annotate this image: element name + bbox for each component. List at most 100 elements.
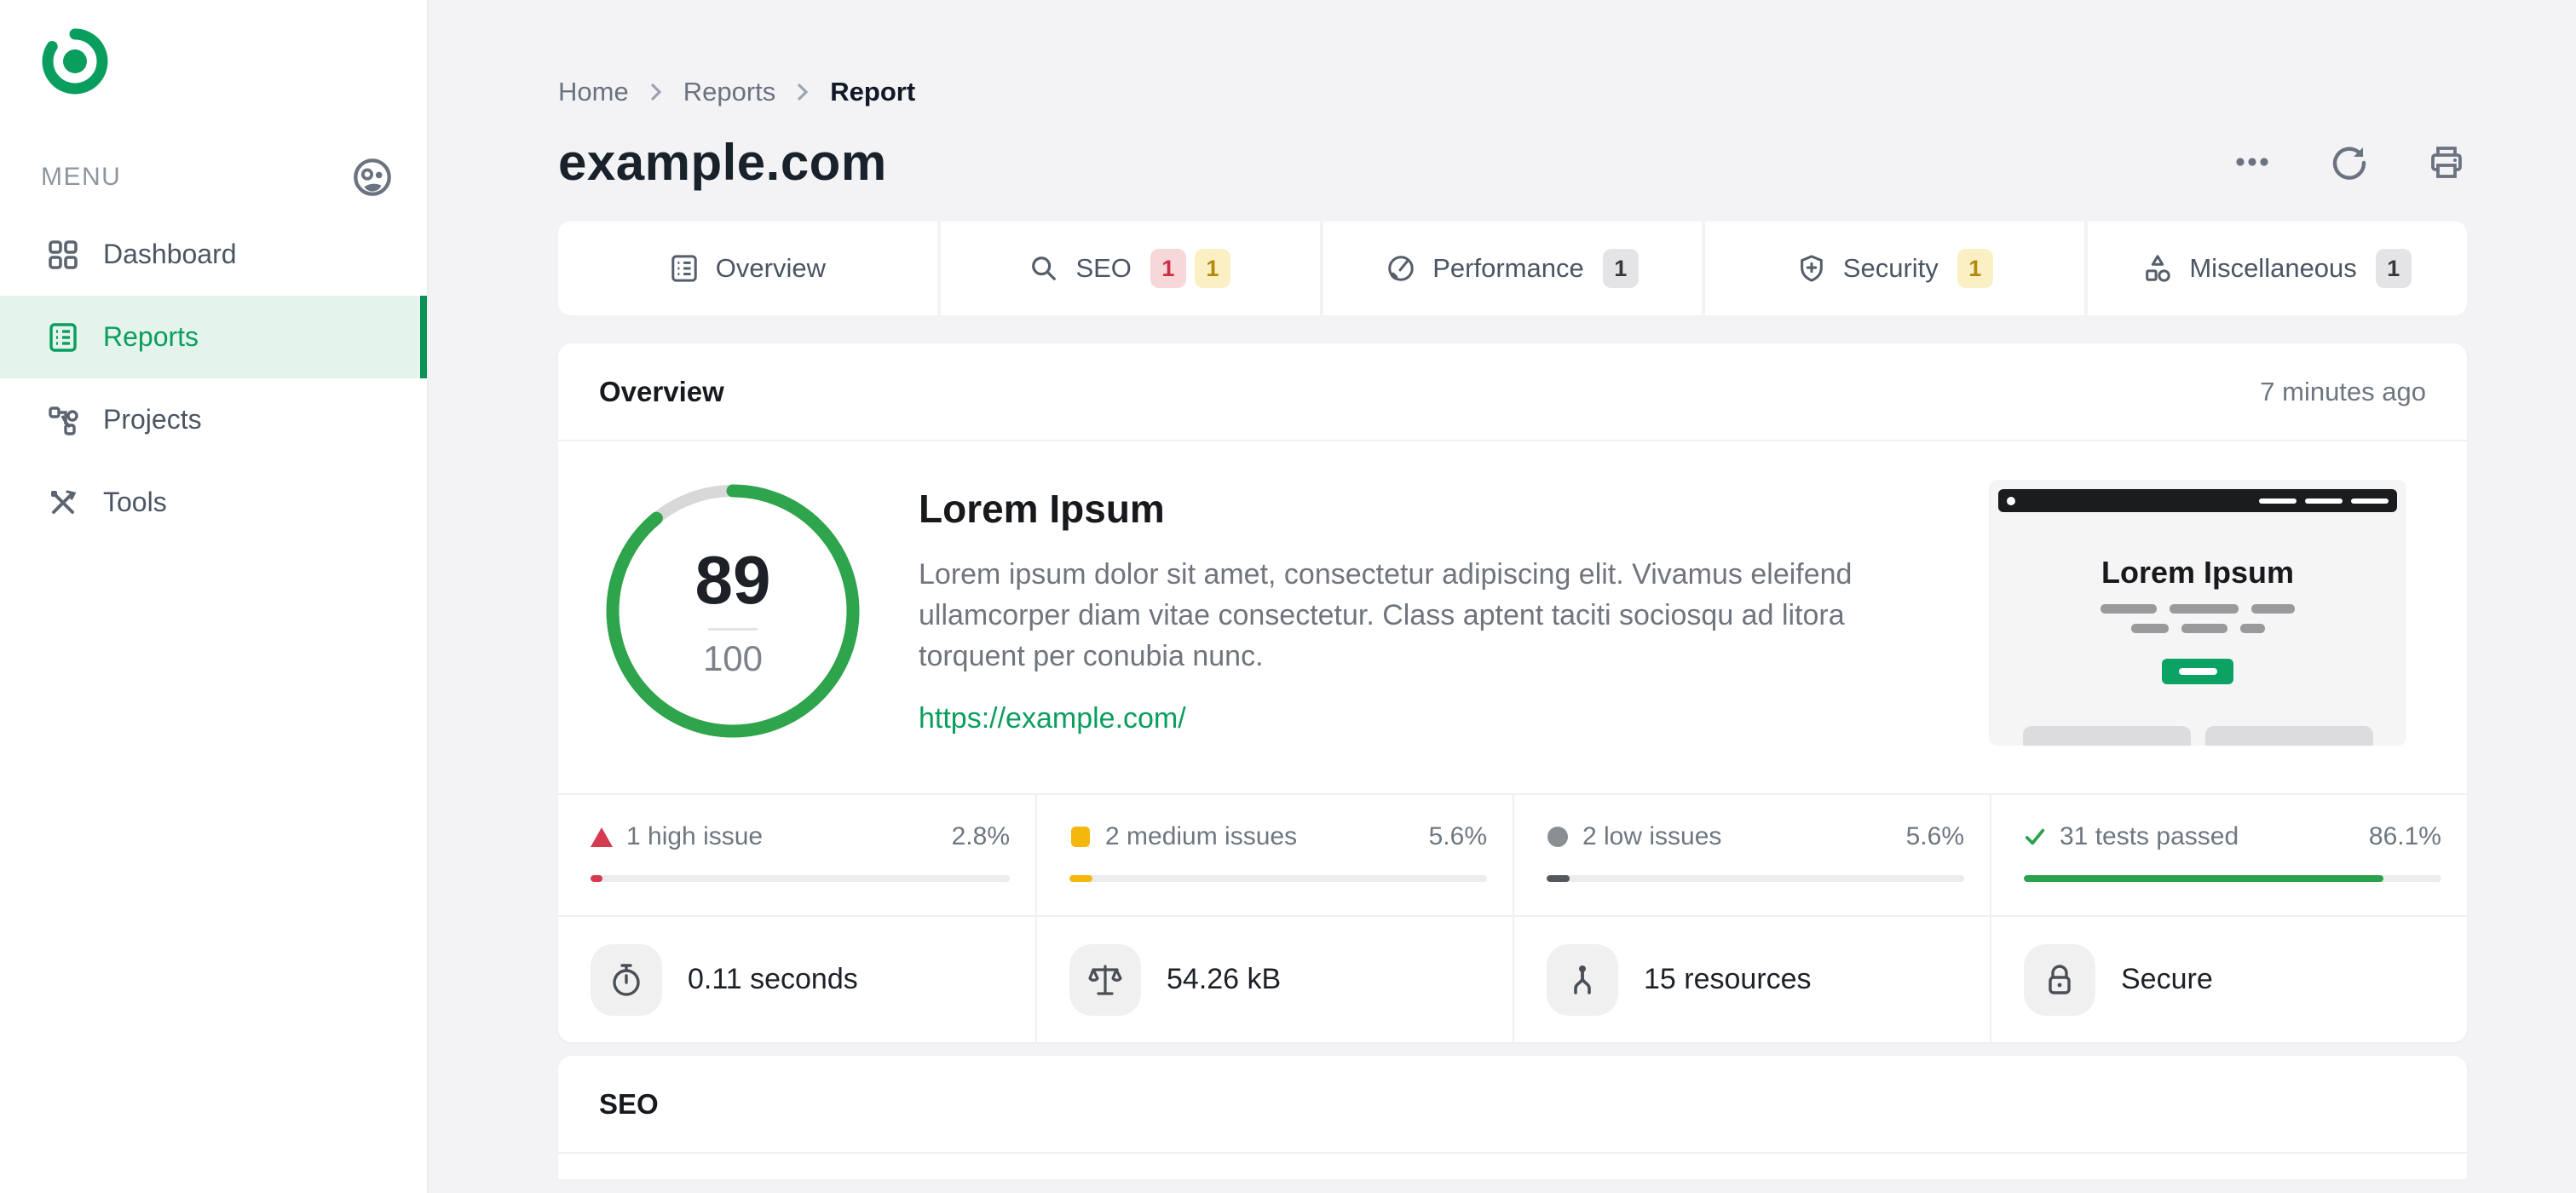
seo-card-header: SEO [558,1056,2467,1154]
breadcrumb-current: Report [830,77,916,107]
issue-badge: 1 [1602,249,1639,288]
breadcrumb-home[interactable]: Home [558,77,629,107]
thumbnail-nav-links [2259,498,2389,504]
stat-label: 2 low issues [1582,822,1722,850]
lock-icon [2024,943,2095,1016]
score-value: 89 [694,541,771,618]
tab-label: Miscellaneous [2189,253,2357,283]
gauge-icon [1386,253,1417,284]
thumbnail-button [2162,659,2233,684]
issue-badge-medium: 1 [1956,249,1993,288]
thumbnail-cards [1989,726,2406,746]
breadcrumb: Home Reports Report [558,77,2467,107]
score-max: 100 [702,637,764,678]
tools-icon [47,487,79,519]
issue-badge-high: 1 [1150,249,1186,288]
overview-body: 89 100 Lorem Ipsum Lorem ipsum dolor sit… [558,441,2467,793]
score-text: 89 100 [605,483,861,739]
persona-icon[interactable] [352,157,393,198]
site-thumbnail: Lorem Ipsum [1989,480,2406,746]
issue-stats-row: 1 high issue 2.8% 2 medium issues 5.6% 2… [558,793,2467,915]
stat-tests-passed: 31 tests passed 86.1% [1990,795,2467,915]
tab-label: Overview [715,253,826,283]
section-title: Overview [599,375,724,407]
refresh-icon[interactable] [2329,141,2370,182]
sidebar-item-label: Tools [103,487,167,517]
tab-miscellaneous[interactable]: Miscellaneous 1 [2088,222,2467,315]
hierarchy-icon [47,404,79,436]
tab-overview[interactable]: Overview [558,222,937,315]
split-icon [1547,943,1618,1016]
report-icon [670,253,700,284]
tab-label: Security [1842,253,1939,283]
tab-label: SEO [1075,253,1132,283]
breadcrumb-reports[interactable]: Reports [683,77,776,107]
section-title: SEO [599,1087,659,1120]
square-icon [1069,826,1092,848]
shapes-icon [2143,253,2174,284]
sidebar-item-label: Reports [103,321,199,352]
stat-percent: 5.6% [1428,822,1487,850]
thumbnail-text-row [1989,604,2406,614]
main-content: Home Reports Report example.com Overview… [430,77,2576,1179]
metric-page-size: 54.26 kB [1035,917,1513,1042]
issue-badge-medium: 1 [1194,249,1230,288]
page-actions [2232,141,2467,182]
menu-row: MENU [0,153,427,201]
sidebar-item-tools[interactable]: Tools [0,461,427,544]
printer-icon[interactable] [2426,141,2467,182]
progress-bar [1547,875,1964,882]
triangle-icon [591,826,613,848]
metric-load-time: 0.11 seconds [558,917,1035,1042]
issue-badge: 1 [2375,249,2412,288]
score-ring: 89 100 [605,483,861,739]
progress-bar [1069,875,1487,882]
stat-label: 31 tests passed [2060,822,2239,850]
app-logo[interactable] [0,0,427,97]
sidebar-item-projects[interactable]: Projects [0,378,427,461]
search-icon [1029,253,1060,284]
sidebar: MENU Dashboard Reports Projects Tools [0,0,429,1193]
progress-bar [591,875,1010,882]
seo-card: SEO [558,1056,2467,1179]
tab-badges: 1 [1956,249,1993,288]
metric-label: Secure [2121,963,2213,995]
ellipsis-icon[interactable] [2232,141,2273,182]
metric-label: 15 resources [1644,963,1812,995]
sidebar-item-label: Dashboard [103,239,237,269]
seo-card-body [558,1154,2467,1179]
sidebar-item-reports[interactable]: Reports [0,296,427,378]
stat-percent: 5.6% [1905,822,1964,850]
progress-bar [2024,875,2441,882]
target-logo-icon [42,28,108,95]
menu-label: MENU [41,163,122,191]
tab-security[interactable]: Security 1 [1705,222,2085,315]
tab-seo[interactable]: SEO 1 1 [940,222,1320,315]
check-icon [2024,826,2046,848]
report-timestamp: 7 minutes ago [2260,376,2426,406]
page-header: example.com [558,130,2467,194]
page-title: example.com [558,133,887,191]
tab-performance[interactable]: Performance 1 [1323,222,1703,315]
report-tabs: Overview SEO 1 1 Performance 1 Security … [558,222,2467,315]
sidebar-item-dashboard[interactable]: Dashboard [0,213,427,296]
overview-card: Overview 7 minutes ago 89 100 Lorem Ipsu… [558,343,2467,1042]
metrics-row: 0.11 seconds 54.26 kB 15 resources Secur… [558,915,2467,1042]
scale-icon [1069,943,1141,1016]
thumbnail-logo-dot [2007,496,2015,505]
report-icon [47,321,79,354]
thumbnail-text-row [1989,624,2406,633]
site-heading: Lorem Ipsum [919,487,1165,531]
score-divider [708,627,758,631]
metric-security: Secure [1990,917,2467,1042]
sidebar-nav: Dashboard Reports Projects Tools [0,213,427,544]
site-url-link[interactable]: https://example.com/ [919,702,1186,735]
grid-icon [47,239,79,271]
chevron-right-icon [648,82,665,102]
stat-label: 1 high issue [626,822,764,850]
stat-high-issues: 1 high issue 2.8% [558,795,1035,915]
site-description: Lorem ipsum dolor sit amet, consectetur … [919,558,1853,672]
tab-badges: 1 1 [1150,249,1230,288]
metric-resources: 15 resources [1513,917,1990,1042]
stat-label: 2 medium issues [1105,822,1298,850]
